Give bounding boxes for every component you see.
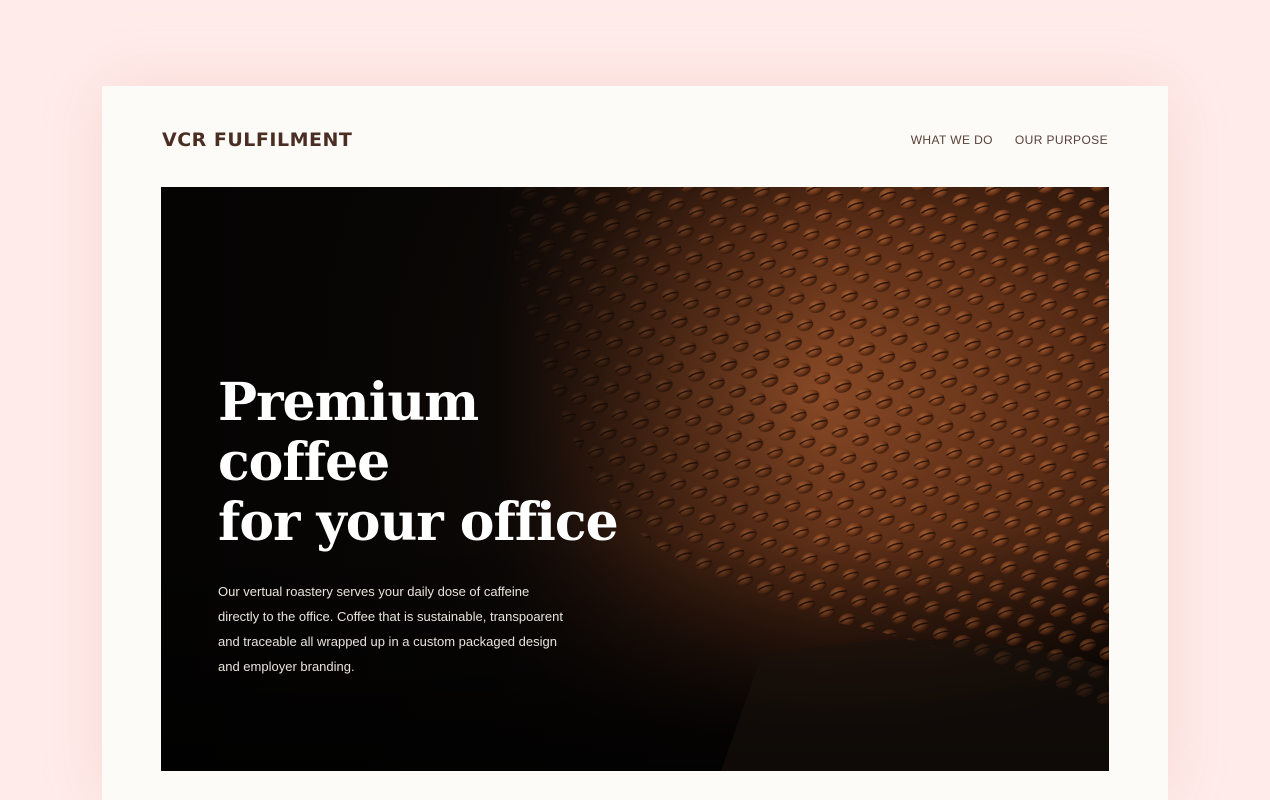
page-background: VCR FULFILMENT WHAT WE DO OUR PURPOSE Pr… [0,0,1270,800]
hero-section: Premium coffee for your office Our vertu… [161,187,1109,771]
hero-headline-line-2: for your office [218,492,619,553]
site-header: VCR FULFILMENT WHAT WE DO OUR PURPOSE [162,124,1108,156]
hero-headline: Premium coffee for your office [218,373,638,553]
nav-link-our-purpose[interactable]: OUR PURPOSE [1015,133,1108,147]
hero-description: Our vertual roastery serves your daily d… [218,584,563,674]
landing-page-card: VCR FULFILMENT WHAT WE DO OUR PURPOSE Pr… [102,86,1168,800]
site-logo[interactable]: VCR FULFILMENT [162,129,352,151]
hero-headline-line-1: Premium coffee [218,372,479,493]
main-nav: WHAT WE DO OUR PURPOSE [911,133,1108,147]
hero-text-block: Premium coffee for your office Our vertu… [218,373,638,679]
nav-link-what-we-do[interactable]: WHAT WE DO [911,133,993,147]
